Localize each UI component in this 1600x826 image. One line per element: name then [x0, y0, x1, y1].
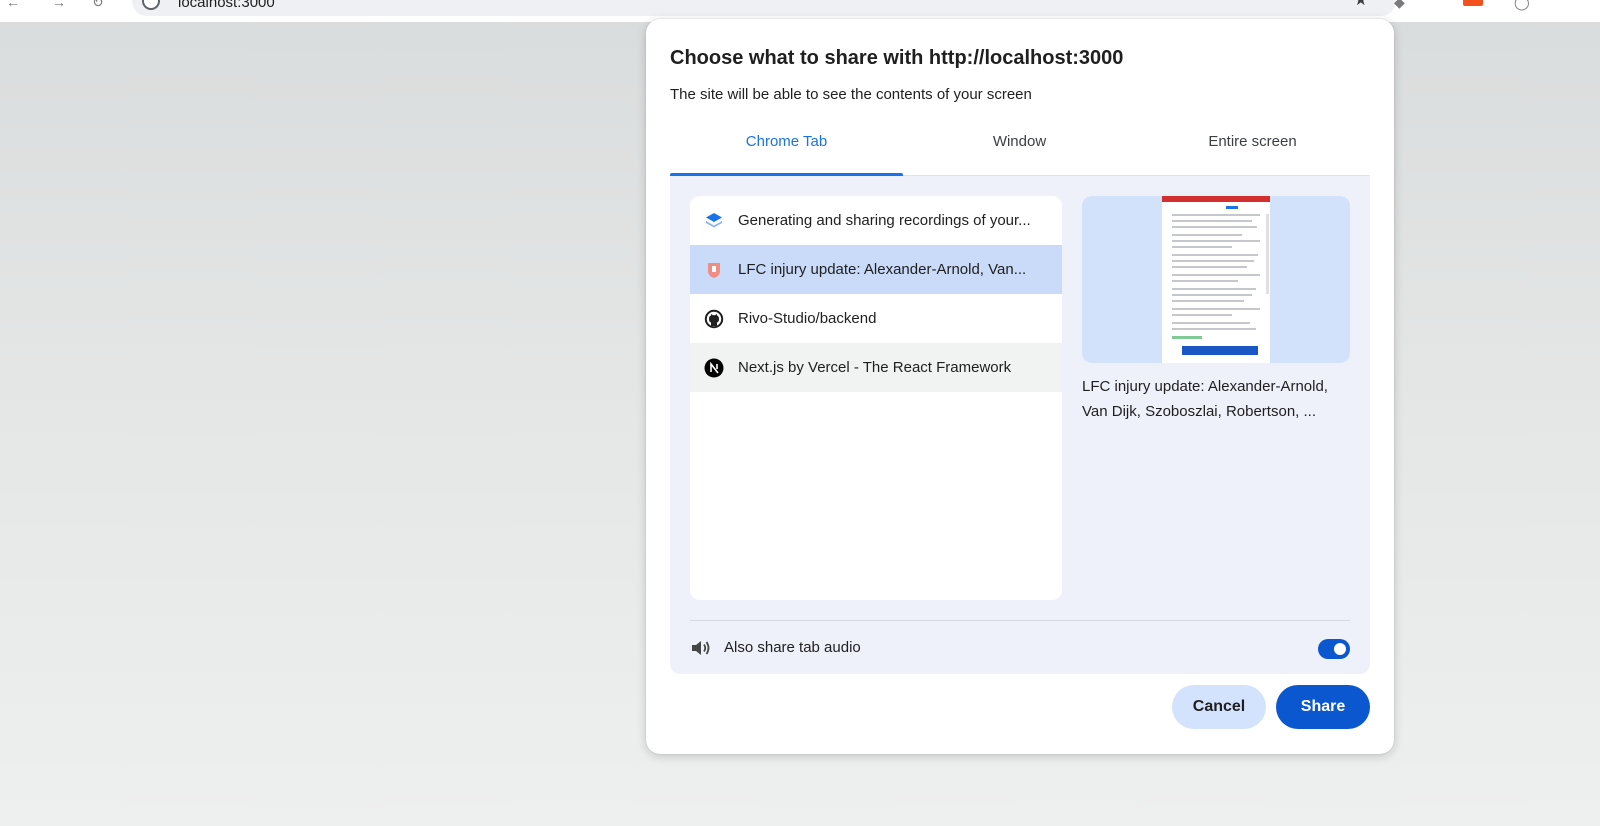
- reload-icon[interactable]: ↻: [92, 0, 104, 11]
- list-item-label: Generating and sharing recordings of you…: [738, 212, 1031, 229]
- tab-entire-screen[interactable]: Entire screen: [1136, 127, 1369, 175]
- address-bar-url: localhost:3000: [178, 0, 275, 11]
- share-type-tabs: Chrome Tab Window Entire screen: [670, 127, 1370, 176]
- list-item-label: Rivo-Studio/backend: [738, 310, 877, 327]
- cancel-button[interactable]: Cancel: [1172, 685, 1266, 729]
- preview-caption-line: LFC injury update: Alexander-Arnold,: [1082, 378, 1328, 395]
- extension-badge-icon[interactable]: [1463, 0, 1483, 6]
- back-icon[interactable]: ←: [6, 0, 20, 10]
- speaker-icon: [690, 638, 712, 658]
- nextjs-icon: [704, 358, 724, 378]
- preview-caption-line: Van Dijk, Szoboszlai, Robertson, ...: [1082, 403, 1316, 420]
- divider: [690, 620, 1350, 621]
- bookmark-star-icon[interactable]: ★: [1354, 0, 1368, 10]
- dialog-subtitle: The site will be able to see the content…: [670, 86, 1032, 103]
- share-audio-row: Also share tab audio: [690, 629, 1350, 667]
- share-audio-label: Also share tab audio: [724, 639, 861, 656]
- preview-page-image: [1162, 196, 1270, 363]
- account-icon[interactable]: ◯: [1514, 0, 1530, 11]
- tab-source-list: Generating and sharing recordings of you…: [690, 196, 1062, 600]
- tab-preview-thumbnail: [1082, 196, 1350, 363]
- share-audio-toggle[interactable]: [1318, 639, 1350, 659]
- list-item[interactable]: Generating and sharing recordings of you…: [690, 196, 1062, 245]
- github-icon: [704, 309, 724, 329]
- lfc-crest-icon: [704, 260, 724, 280]
- toggle-knob: [1334, 643, 1346, 655]
- extension-icon[interactable]: ◆: [1394, 0, 1405, 11]
- preview-caption: LFC injury update: Alexander-Arnold, Van…: [1082, 374, 1352, 424]
- list-item-label: LFC injury update: Alexander-Arnold, Van…: [738, 261, 1027, 278]
- forward-icon[interactable]: →: [52, 0, 66, 10]
- share-panel: Generating and sharing recordings of you…: [670, 176, 1370, 674]
- tab-window[interactable]: Window: [903, 127, 1136, 175]
- list-item[interactable]: LFC injury update: Alexander-Arnold, Van…: [690, 245, 1062, 294]
- screen-share-dialog: Choose what to share with http://localho…: [646, 19, 1394, 754]
- tab-chrome-tab[interactable]: Chrome Tab: [670, 127, 903, 176]
- dialog-title: Choose what to share with http://localho…: [670, 47, 1124, 69]
- address-bar[interactable]: localhost:3000 ★: [132, 0, 1396, 16]
- share-button[interactable]: Share: [1276, 685, 1370, 729]
- list-item[interactable]: Next.js by Vercel - The React Framework: [690, 343, 1062, 392]
- list-item[interactable]: Rivo-Studio/backend: [690, 294, 1062, 343]
- site-info-icon[interactable]: [142, 0, 160, 10]
- list-item-label: Next.js by Vercel - The React Framework: [738, 359, 1012, 376]
- layers-icon: [704, 211, 724, 231]
